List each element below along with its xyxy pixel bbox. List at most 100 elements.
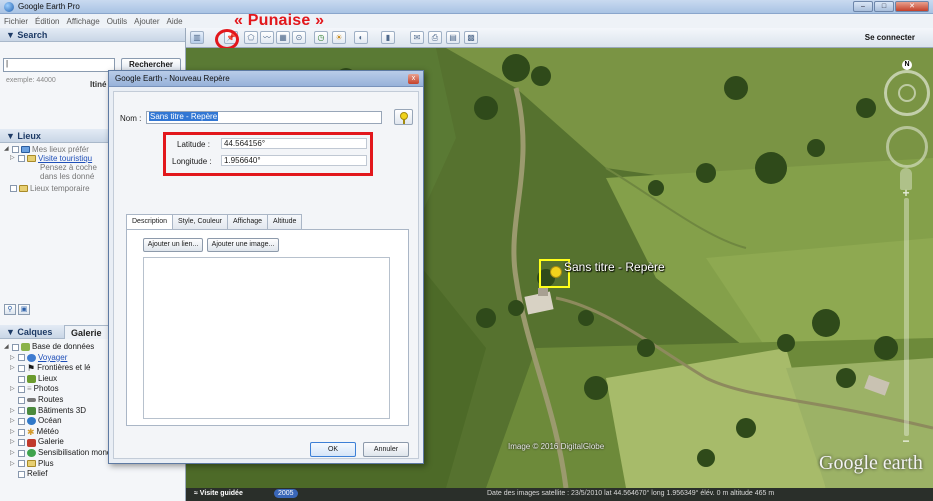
expand-arrow-icon[interactable]: ▷: [10, 363, 16, 374]
close-window-button[interactable]: ✕: [895, 1, 929, 12]
planets-icon[interactable]: ◐: [354, 31, 368, 44]
cancel-button[interactable]: Annuler: [363, 442, 409, 457]
ruler-icon[interactable]: ▮: [381, 31, 395, 44]
add-image-button[interactable]: Ajouter une image...: [207, 238, 279, 252]
expand-arrow-icon[interactable]: ▷: [10, 154, 16, 163]
layer-row[interactable]: ▷ ≡ Photos: [4, 384, 124, 395]
look-joystick-icon[interactable]: [898, 84, 916, 102]
tab-layers[interactable]: ▼ Calques: [6, 327, 52, 337]
tree-row-temp-places[interactable]: Lieux temporaire: [4, 184, 97, 193]
tab-description[interactable]: Description: [126, 214, 174, 230]
checkbox[interactable]: [18, 417, 25, 425]
maximize-button[interactable]: □: [874, 1, 894, 12]
latitude-input[interactable]: 44.564156°: [221, 138, 367, 149]
move-joystick-icon[interactable]: [886, 126, 928, 168]
layer-row[interactable]: ▷ Voyager: [4, 353, 124, 364]
sun-icon[interactable]: ☀: [332, 31, 346, 44]
checkbox[interactable]: [18, 449, 25, 457]
tour-record-icon[interactable]: ⊙: [292, 31, 306, 44]
save-image-icon[interactable]: ▤: [446, 31, 460, 44]
ok-button[interactable]: OK: [310, 442, 356, 457]
checkbox[interactable]: [12, 146, 19, 153]
checkbox[interactable]: [18, 428, 25, 436]
placemark-icon-button[interactable]: [394, 109, 413, 125]
email-icon[interactable]: ✉: [410, 31, 424, 44]
expand-arrow-icon[interactable]: ▷: [10, 459, 16, 470]
tab-gallery[interactable]: Galerie: [64, 325, 109, 339]
checkbox[interactable]: [12, 343, 19, 351]
checkbox[interactable]: [18, 460, 25, 468]
checkbox[interactable]: [18, 375, 25, 383]
layer-row[interactable]: ▷ Plus: [4, 459, 124, 470]
tree-label[interactable]: Visite touristiqu: [38, 154, 92, 163]
overlay-icon[interactable]: ▦: [276, 31, 290, 44]
checkbox[interactable]: [18, 386, 25, 394]
tab-view[interactable]: Affichage: [226, 214, 269, 229]
checkbox[interactable]: [18, 396, 25, 404]
layer-row[interactable]: ▷ Bâtiments 3D: [4, 406, 124, 417]
search-section-header[interactable]: ▼ Search: [0, 28, 185, 42]
layer-row[interactable]: Relief: [4, 469, 124, 480]
checkbox[interactable]: [18, 439, 25, 447]
zoom-out-icon[interactable]: −: [898, 434, 914, 448]
expand-arrow-icon[interactable]: ▷: [10, 437, 16, 448]
search-places-icon[interactable]: ⚲: [4, 304, 16, 315]
polygon-icon[interactable]: ⬠: [244, 31, 258, 44]
checkbox[interactable]: [18, 354, 25, 362]
checkbox[interactable]: [18, 470, 25, 478]
checkbox[interactable]: [18, 155, 25, 162]
collapse-arrow-icon[interactable]: ◢: [4, 145, 10, 154]
guided-tour-button[interactable]: ≈ Visite guidée: [194, 490, 243, 497]
dialog-close-button[interactable]: x: [408, 74, 419, 84]
expand-arrow-icon[interactable]: ▷: [10, 448, 16, 459]
minimize-button[interactable]: –: [853, 1, 873, 12]
checkbox[interactable]: [18, 407, 25, 415]
zoom-slider[interactable]: [904, 198, 909, 436]
layer-row[interactable]: ▷ ⚑ Frontières et lé: [4, 363, 124, 374]
itinerary-link[interactable]: Itiné: [90, 80, 106, 89]
layer-row[interactable]: ◢ Base de données: [4, 342, 124, 353]
menu-outils[interactable]: Outils: [107, 17, 127, 26]
layer-row[interactable]: ▷ ✱ Météo: [4, 427, 124, 438]
dialog-title-bar[interactable]: Google Earth - Nouveau Repère x: [109, 71, 423, 87]
checkbox[interactable]: [18, 364, 25, 372]
search-input[interactable]: |: [3, 58, 115, 72]
sidebar-toggle-icon[interactable]: ▥: [190, 31, 204, 44]
layer-row[interactable]: ▷ Océan: [4, 416, 124, 427]
historical-imagery-icon[interactable]: ◷: [314, 31, 328, 44]
menu-ajouter[interactable]: Ajouter: [134, 17, 159, 26]
menu-fichier[interactable]: Fichier: [4, 17, 28, 26]
print-icon[interactable]: ⎙: [428, 31, 442, 44]
expand-arrow-icon[interactable]: ▷: [10, 353, 16, 364]
sign-in-button[interactable]: Se connecter: [865, 33, 915, 42]
layer-row[interactable]: Routes: [4, 395, 124, 406]
panel-toggle-icon[interactable]: ▣: [18, 304, 30, 315]
placemark-label[interactable]: Sans titre - Repère: [564, 260, 665, 274]
layer-row[interactable]: ▷ Galerie: [4, 437, 124, 448]
description-textarea[interactable]: [143, 257, 390, 419]
tree-row-tour[interactable]: ▷ Visite touristiqu: [4, 154, 97, 163]
maps-icon[interactable]: ▩: [464, 31, 478, 44]
tab-style-color[interactable]: Style, Couleur: [172, 214, 228, 229]
name-input[interactable]: Sans titre - Repère: [146, 111, 382, 124]
menu-edition[interactable]: Édition: [35, 17, 59, 26]
menu-aide[interactable]: Aide: [167, 17, 183, 26]
add-link-button[interactable]: Ajouter un lien...: [143, 238, 203, 252]
expand-arrow-icon[interactable]: ▷: [10, 416, 16, 427]
checkbox[interactable]: [10, 185, 17, 192]
placemark-pin-icon[interactable]: [550, 266, 562, 278]
menu-affichage[interactable]: Affichage: [66, 17, 99, 26]
path-icon[interactable]: 〰: [260, 31, 274, 44]
north-indicator[interactable]: N: [902, 60, 912, 70]
tree-row-my-places[interactable]: ◢ Mes lieux préfér: [4, 145, 97, 154]
expand-arrow-icon[interactable]: ▷: [10, 406, 16, 417]
historical-year-badge[interactable]: 2005: [274, 489, 298, 498]
longitude-input[interactable]: 1.956640°: [221, 155, 367, 166]
expand-arrow-icon[interactable]: ▷: [10, 384, 16, 395]
layer-row[interactable]: Lieux: [4, 374, 124, 385]
layer-label[interactable]: Voyager: [38, 353, 67, 364]
layer-row[interactable]: ▷ Sensibilisation mondiale: [4, 448, 124, 459]
collapse-arrow-icon[interactable]: ◢: [4, 342, 10, 353]
expand-arrow-icon[interactable]: ▷: [10, 427, 16, 438]
zoom-in-icon[interactable]: +: [898, 186, 914, 200]
